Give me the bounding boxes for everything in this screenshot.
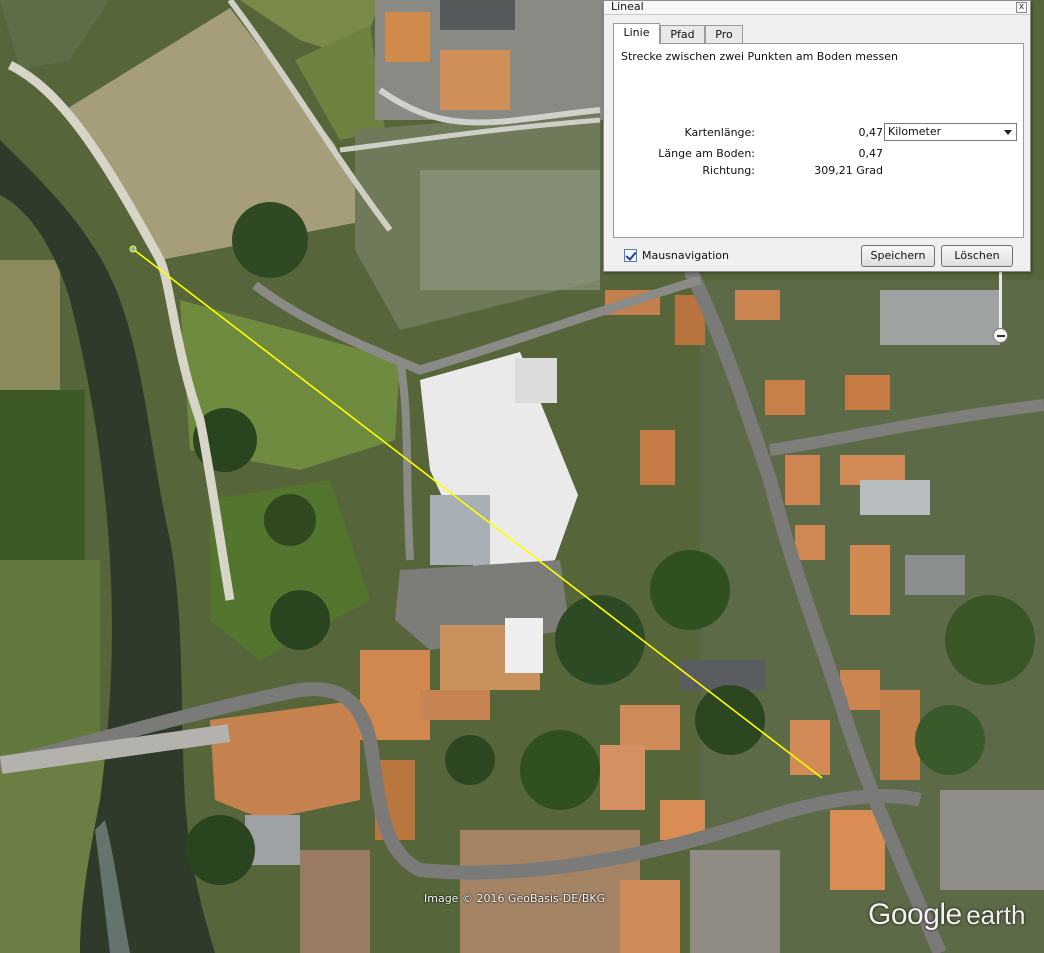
ground-length-label: Länge am Boden:	[658, 147, 755, 160]
brand-earth-text: earth	[966, 900, 1026, 930]
close-icon[interactable]: x	[1016, 2, 1027, 13]
dialog-title: Lineal	[611, 0, 644, 13]
measure-description: Strecke zwischen zwei Punkten am Boden m…	[621, 50, 898, 63]
unit-select[interactable]: Kilometer	[884, 123, 1017, 141]
zoom-slider[interactable]	[993, 270, 1008, 350]
ground-length-value: 0,47	[858, 147, 884, 160]
ruler-dialog: Lineal x Linie Pfad Pro Strecke zwischen…	[603, 0, 1031, 272]
save-button[interactable]: Speichern	[861, 245, 935, 267]
measurement-start-point	[129, 245, 137, 253]
dialog-titlebar[interactable]: Lineal x	[604, 0, 1030, 15]
tab-pro[interactable]: Pro	[705, 25, 743, 43]
clear-button[interactable]: Löschen	[941, 245, 1013, 267]
chevron-down-icon	[1004, 130, 1012, 135]
heading-label: Richtung:	[702, 164, 755, 177]
zoom-slider-knob[interactable]	[993, 328, 1008, 343]
mouse-navigation-label: Mausnavigation	[642, 249, 730, 262]
heading-value: 309,21 Grad	[814, 164, 883, 177]
google-earth-logo: Google earth	[868, 898, 1025, 932]
tab-linie[interactable]: Linie	[613, 23, 660, 44]
brand-google-text: Google	[868, 898, 962, 931]
map-length-label: Kartenlänge:	[684, 126, 755, 139]
map-length-value: 0,47	[858, 126, 884, 139]
imagery-attribution: Image © 2016 GeoBasis-DE/BKG	[424, 892, 606, 905]
tab-pfad[interactable]: Pfad	[660, 25, 705, 43]
linie-panel: Strecke zwischen zwei Punkten am Boden m…	[613, 43, 1024, 238]
unit-select-value: Kilometer	[888, 125, 942, 138]
mouse-navigation-checkbox[interactable]	[624, 249, 637, 262]
